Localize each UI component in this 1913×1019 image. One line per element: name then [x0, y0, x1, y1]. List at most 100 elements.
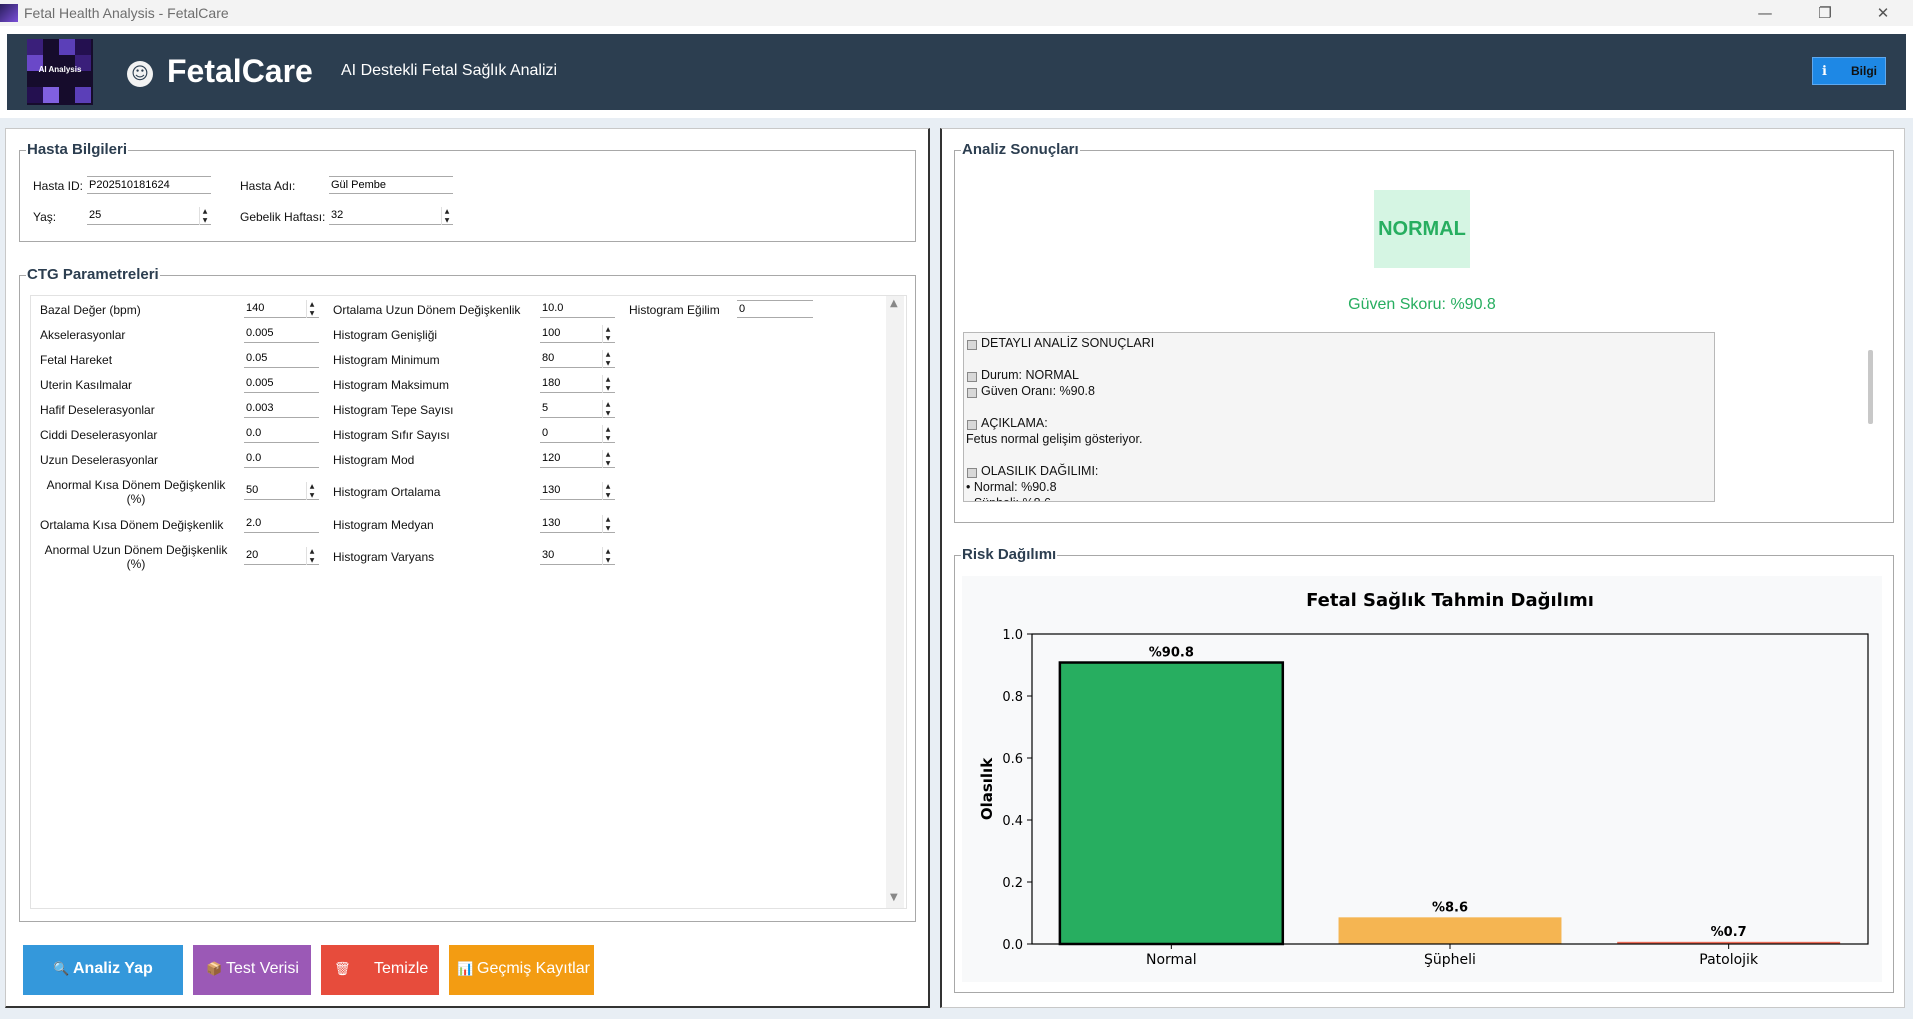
spinner-arrows-icon[interactable]: ▲ ▼ — [602, 482, 613, 500]
spinner-arrows-icon[interactable]: ▲ ▼ — [602, 515, 613, 533]
scroll-down-arrow-icon[interactable]: ▼ — [890, 892, 898, 903]
ctg-param-field[interactable]: 0 — [737, 300, 813, 318]
clear-button[interactable]: 🗑 Temizle — [321, 945, 439, 995]
spinner-arrows-icon[interactable]: ▲ ▼ — [306, 300, 317, 318]
history-button[interactable]: 📊 Geçmiş Kayıtlar — [449, 945, 594, 995]
chart-icon: 📊 — [457, 962, 474, 977]
info-button-label: Bilgi — [1851, 64, 1877, 78]
ctg-param-label: Bazal Değer (bpm) — [40, 303, 141, 317]
y-tick-label: 0.0 — [1002, 938, 1023, 953]
window-title: Fetal Health Analysis - FetalCare — [24, 5, 229, 21]
spinner-arrows-icon[interactable]: ▲ ▼ — [602, 450, 613, 468]
spinner-arrows-icon[interactable]: ▲ ▼ — [602, 400, 613, 418]
spinner-arrows-icon[interactable]: ▲ ▼ — [602, 425, 613, 443]
x-tick-label: Şüpheli — [1424, 952, 1476, 968]
ctg-param-label: Histogram Ortalama — [333, 485, 441, 499]
spinner-arrows-icon[interactable]: ▲ ▼ — [602, 547, 613, 565]
ctg-param-label: Ortalama Kısa Dönem Değişkenlik — [40, 518, 224, 532]
group-title: Hasta Bilgileri — [26, 141, 129, 158]
bullet-icon — [967, 340, 977, 350]
test-data-button-label: Test Verisi — [226, 960, 299, 977]
ctg-param-label: Histogram Varyans — [333, 550, 435, 564]
confidence-score: Güven Skoru: %90.8 — [1348, 296, 1496, 313]
details-scrollbar[interactable] — [1868, 350, 1873, 424]
ctg-param-label: Histogram Mod — [333, 453, 415, 467]
ctg-param-label: Histogram Maksimum — [333, 378, 450, 392]
bar-value-label: %90.8 — [1149, 646, 1194, 661]
bar-normal — [1058, 661, 1285, 946]
group-title: Analiz Sonuçları — [961, 141, 1080, 158]
app-subtitle: AI Destekli Fetal Sağlık Analizi — [341, 62, 558, 79]
ctg-scroll-area — [30, 295, 907, 909]
x-tick-label: Normal — [1146, 952, 1197, 968]
ctg-param-label: Akselerasyonlar — [40, 328, 126, 342]
detail-line: DETAYLI ANALİZ SONUÇLARI — [981, 336, 1155, 350]
bullet-icon — [967, 372, 977, 382]
box-icon: 📦 — [206, 962, 223, 977]
spinner-arrows-icon[interactable]: ▲ ▼ — [602, 375, 613, 393]
ctg-param-field[interactable]: 0.0 — [244, 450, 319, 468]
y-tick-label: 0.6 — [1002, 752, 1023, 767]
ctg-param-label: Uzun Deselerasyonlar — [40, 453, 159, 467]
age-spinner-arrows[interactable]: ▲ ▼ — [199, 207, 210, 225]
patient-name-label: Hasta Adı: — [240, 179, 296, 193]
window-titlebar: Fetal Health Analysis - FetalCare — ❐ ✕ — [0, 0, 1913, 26]
detail-line: • Şüpheli: %8.6 — [966, 496, 1051, 501]
ctg-param-field[interactable]: 0.005 — [244, 325, 319, 343]
ctg-param-field[interactable]: 0.05 — [244, 350, 319, 368]
minimize-button[interactable]: — — [1742, 0, 1788, 26]
age-spinbox[interactable]: 25 — [87, 207, 211, 225]
gestation-week-spinbox[interactable]: 32 — [329, 207, 453, 225]
ctg-param-label: Histogram Eğilim — [629, 303, 720, 317]
gestation-week-label: Gebelik Haftası: — [240, 210, 326, 224]
ctg-param-label: Uterin Kasılmalar — [40, 378, 133, 392]
ctg-param-label: Histogram Tepe Sayısı — [333, 403, 454, 417]
history-button-label: Geçmiş Kayıtlar — [477, 960, 590, 977]
status-badge: NORMAL — [1374, 190, 1470, 268]
spinner-arrows-icon[interactable]: ▲ ▼ — [602, 325, 613, 343]
patient-name-field[interactable]: Gül Pembe — [329, 176, 453, 194]
scroll-up-arrow-icon[interactable]: ▲ — [890, 298, 898, 309]
gestation-week-spinner-arrows[interactable]: ▲ ▼ — [441, 207, 452, 225]
detailed-results-textbox[interactable]: DETAYLI ANALİZ SONUÇLARI Durum: NORMAL Güv… — [963, 332, 1715, 502]
spinner-arrows-icon[interactable]: ▲ ▼ — [306, 482, 317, 500]
ctg-param-label: Histogram Sıfır Sayısı — [333, 428, 450, 442]
y-tick-label: 0.4 — [1002, 814, 1023, 829]
detail-line: Fetus normal gelişim gösteriyor. — [966, 432, 1143, 446]
ctg-param-field[interactable]: 0.0 — [244, 425, 319, 443]
group-title: Risk Dağılımı — [961, 546, 1058, 563]
logo-text: AI Analysis — [38, 65, 82, 74]
detail-line: Güven Oranı: %90.8 — [981, 384, 1095, 398]
risk-chart-panel: Fetal Sağlık Tahmin Dağılımı Olasılık 0.0 0… — [962, 576, 1882, 982]
ctg-param-field[interactable]: 2.0 — [244, 515, 319, 533]
ctg-param-label: Histogram Minimum — [333, 353, 440, 367]
ctg-param-field[interactable]: 0.003 — [244, 400, 319, 418]
chart-title: Fetal Sağlık Tahmin Dağılımı — [1306, 590, 1594, 611]
patient-info-group: Hasta Bilgileri — [19, 141, 916, 242]
y-axis-label: Olasılık — [978, 757, 996, 820]
spinner-arrows-icon[interactable]: ▲ ▼ — [602, 350, 613, 368]
ctg-scrollbar[interactable]: ▲ ▼ — [886, 296, 904, 908]
ctg-param-field[interactable]: 0.005 — [244, 375, 319, 393]
bullet-icon — [967, 388, 977, 398]
analyze-button[interactable]: 🔍 Analiz Yap — [23, 945, 183, 995]
info-icon: ℹ — [1822, 64, 1827, 79]
app-name: FetalCare — [167, 53, 313, 89]
trash-icon: 🗑 — [334, 962, 351, 977]
spinner-arrows-icon[interactable]: ▲ ▼ — [306, 547, 317, 565]
patient-id-field[interactable]: P202510181624 — [87, 176, 211, 194]
y-tick-label: 0.8 — [1002, 690, 1023, 705]
y-tick-label: 1.0 — [1002, 628, 1023, 643]
restore-button[interactable]: ❐ — [1802, 0, 1848, 26]
ctg-param-field[interactable]: 10.0 — [540, 300, 615, 318]
detail-line: AÇIKLAMA: — [981, 416, 1048, 430]
ctg-param-label: Hafif Deselerasyonlar — [40, 403, 155, 417]
bullet-icon — [967, 468, 977, 478]
app-icon — [0, 4, 18, 22]
close-button[interactable]: ✕ — [1860, 0, 1906, 26]
detail-line: Durum: NORMAL — [981, 368, 1079, 382]
ctg-param-label: Fetal Hareket — [40, 353, 113, 367]
baby-face-icon: ☺ — [127, 61, 153, 87]
info-button[interactable]: ℹ Bilgi — [1812, 57, 1886, 85]
test-data-button[interactable]: 📦 Test Verisi — [193, 945, 311, 995]
